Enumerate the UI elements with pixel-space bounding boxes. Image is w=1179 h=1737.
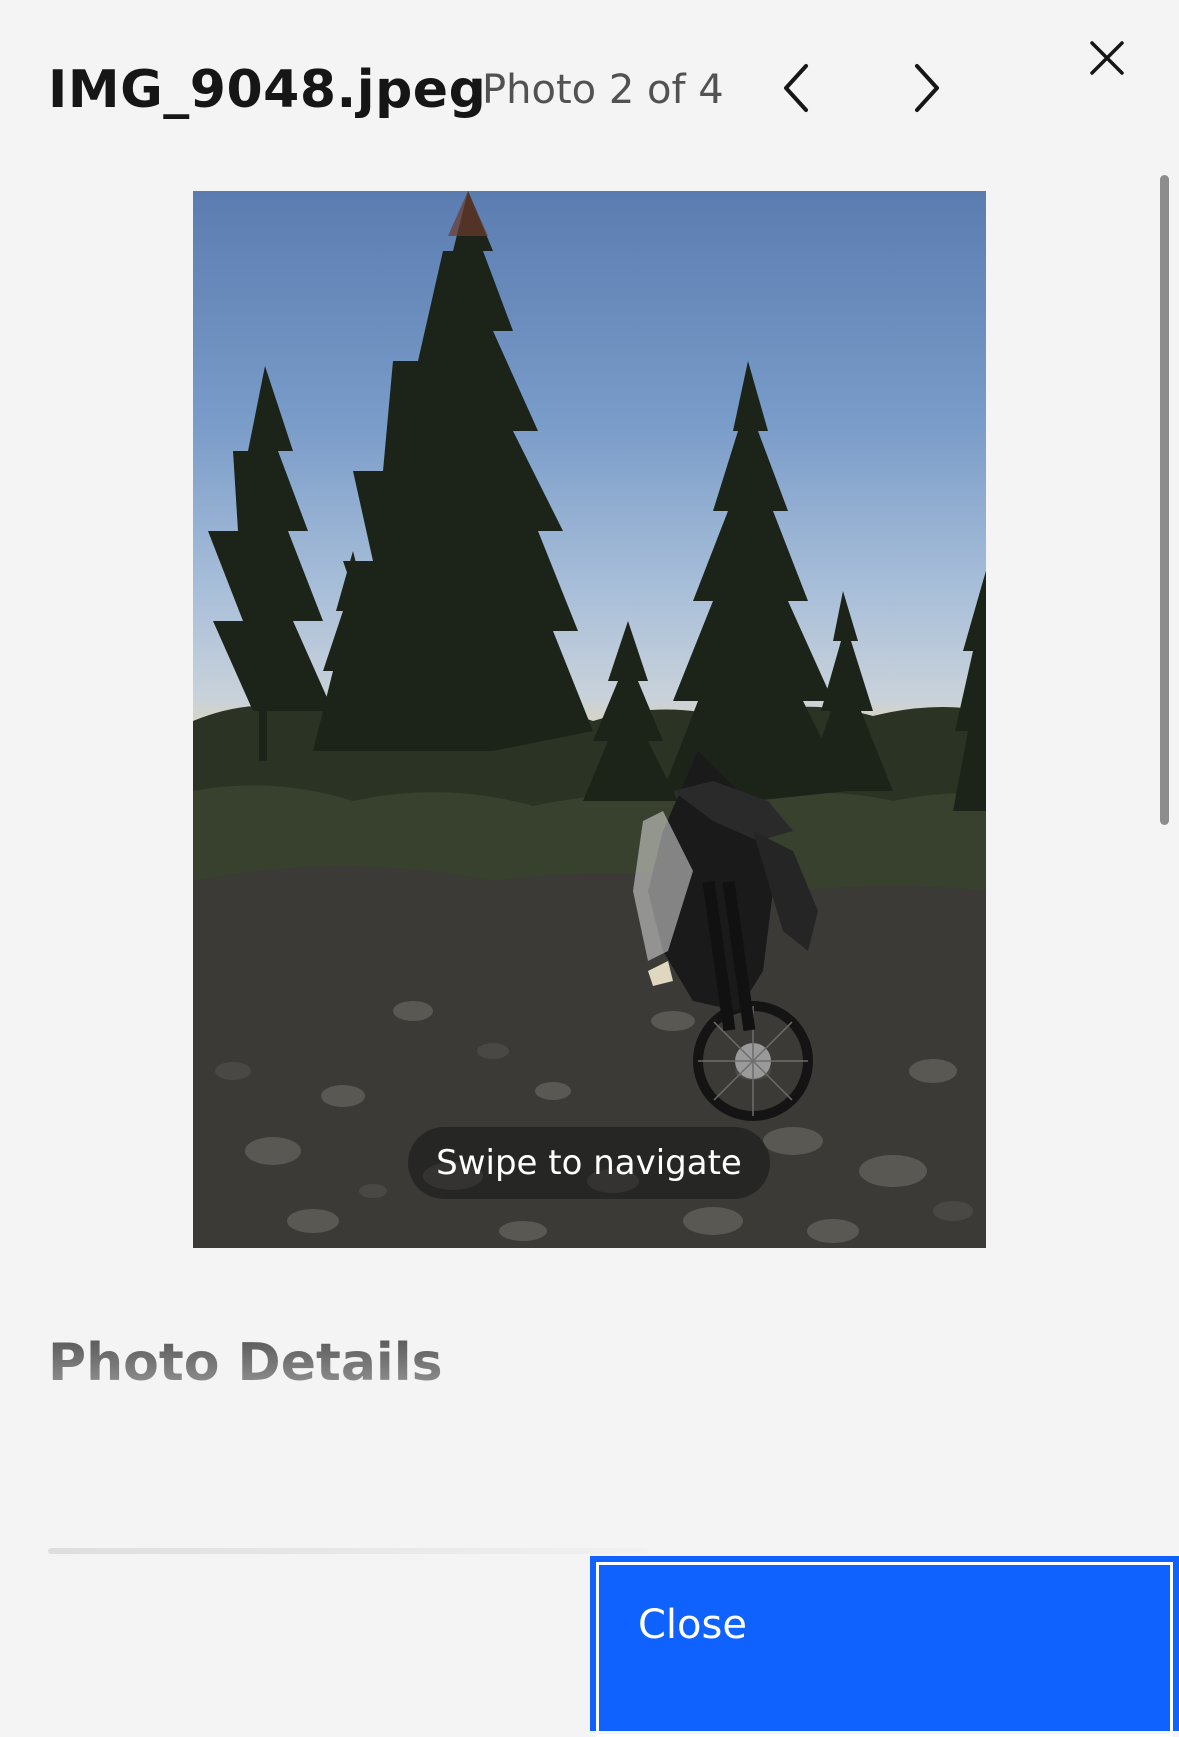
close-icon [1089, 40, 1125, 76]
chevron-right-icon [907, 60, 947, 116]
close-button[interactable]: Close [590, 1556, 1179, 1737]
photo-image [193, 191, 986, 1248]
photo-details-heading: Photo Details [48, 1333, 443, 1393]
next-photo-button[interactable] [891, 52, 963, 124]
focus-ring [596, 1562, 1173, 1737]
photo-counter: Photo 2 of 4 [482, 67, 724, 113]
close-modal-button[interactable] [1071, 22, 1143, 94]
scrollbar-thumb[interactable] [1160, 175, 1169, 825]
chevron-left-icon [776, 60, 816, 116]
close-button-label: Close [638, 1602, 747, 1648]
previous-photo-button[interactable] [760, 52, 832, 124]
file-name-title: IMG_9048.jpeg [48, 60, 487, 120]
modal-header: IMG_9048.jpeg Photo 2 of 4 [0, 0, 1179, 170]
swipe-hint: Swipe to navigate [408, 1127, 770, 1199]
photo-viewer[interactable]: Swipe to navigate [193, 191, 986, 1248]
faded-detail-row [48, 1548, 648, 1554]
